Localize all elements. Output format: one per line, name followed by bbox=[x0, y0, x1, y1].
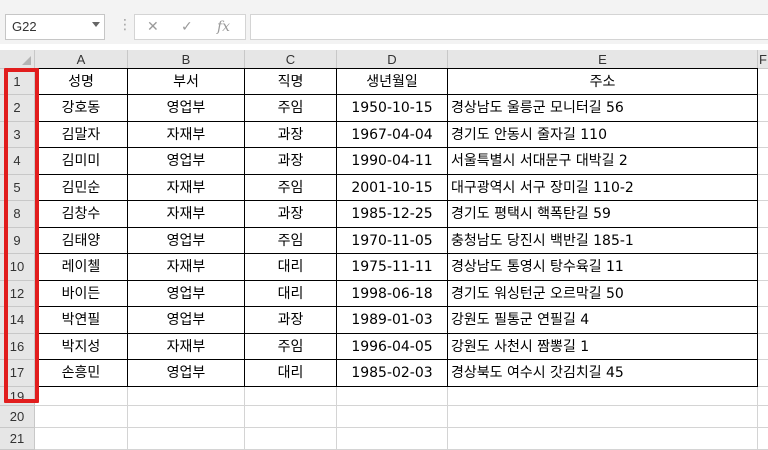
table-header-cell[interactable]: 생년월일 bbox=[337, 69, 448, 95]
table-cell[interactable]: 손흥민 bbox=[35, 360, 128, 387]
formula-toolbar: G22 ⋮ ✕ ✓ fx bbox=[0, 0, 768, 44]
table-cell[interactable]: 대리 bbox=[245, 254, 337, 281]
column-header-d[interactable]: D bbox=[337, 50, 448, 69]
table-cell[interactable]: 김창수 bbox=[35, 201, 128, 228]
table-header-cell[interactable]: 직명 bbox=[245, 69, 337, 95]
table-cell[interactable]: 대구광역시 서구 장미길 110-2 bbox=[448, 174, 758, 201]
chevron-down-icon[interactable] bbox=[92, 22, 100, 27]
table-cell[interactable]: 자재부 bbox=[128, 201, 245, 228]
table-cell[interactable]: 경상남도 울릉군 모니터길 56 bbox=[448, 95, 758, 122]
table-cell[interactable]: 김미미 bbox=[35, 148, 128, 175]
table-cell[interactable]: 1989-01-03 bbox=[337, 307, 448, 334]
table-header-cell[interactable]: 부서 bbox=[128, 69, 245, 95]
table-cell[interactable]: 강원도 사천시 짬뽕길 1 bbox=[448, 333, 758, 360]
name-box-value: G22 bbox=[12, 19, 37, 34]
table-cell[interactable]: 1967-04-04 bbox=[337, 121, 448, 148]
table-cell[interactable]: 자재부 bbox=[128, 254, 245, 281]
gridline bbox=[35, 404, 768, 406]
more-options-icon[interactable]: ⋮ bbox=[118, 16, 132, 34]
insert-function-icon[interactable]: fx bbox=[217, 19, 230, 35]
column-header-e[interactable]: E bbox=[448, 50, 758, 69]
table-cell[interactable]: 대리 bbox=[245, 360, 337, 387]
column-header-c[interactable]: C bbox=[245, 50, 337, 69]
row-header-21[interactable]: 21 bbox=[0, 427, 35, 450]
cancel-icon[interactable]: ✕ bbox=[147, 19, 159, 35]
table-cell[interactable]: 서울특별시 서대문구 대박길 2 bbox=[448, 148, 758, 175]
spreadsheet-grid[interactable]: ABCDEF 1 2 3 4 5 8 9 10 12 14 16 17 19 20 21 성명 부서 직명 생년월… bbox=[0, 44, 768, 450]
table-cell[interactable]: 경기도 안동시 줄자길 110 bbox=[448, 121, 758, 148]
table-cell[interactable]: 경기도 평택시 핵폭탄길 59 bbox=[448, 201, 758, 228]
select-all-button[interactable] bbox=[0, 50, 35, 69]
table-cell[interactable]: 과장 bbox=[245, 121, 337, 148]
table-cell[interactable]: 김민순 bbox=[35, 174, 128, 201]
table-header-cell[interactable]: 성명 bbox=[35, 69, 128, 95]
table-cell[interactable]: 과장 bbox=[245, 201, 337, 228]
table-cell[interactable]: 김태양 bbox=[35, 227, 128, 254]
column-header-a[interactable]: A bbox=[35, 50, 128, 69]
table-cell[interactable]: 강호동 bbox=[35, 95, 128, 122]
table-cell[interactable]: 1970-11-05 bbox=[337, 227, 448, 254]
table-cell[interactable]: 1990-04-11 bbox=[337, 148, 448, 175]
table-cell[interactable]: 1996-04-05 bbox=[337, 333, 448, 360]
table-cell[interactable]: 주임 bbox=[245, 227, 337, 254]
enter-icon[interactable]: ✓ bbox=[181, 19, 193, 35]
table-cell[interactable]: 1975-11-11 bbox=[337, 254, 448, 281]
gridline bbox=[35, 426, 768, 428]
table-cell[interactable]: 과장 bbox=[245, 148, 337, 175]
table-cell[interactable]: 경상북도 여수시 갓김치길 45 bbox=[448, 360, 758, 387]
table-cell[interactable]: 과장 bbox=[245, 307, 337, 334]
table-cell[interactable]: 강원도 필통군 연필길 4 bbox=[448, 307, 758, 334]
table-cell[interactable]: 레이첼 bbox=[35, 254, 128, 281]
table-cell[interactable]: 1998-06-18 bbox=[337, 280, 448, 307]
table-cell[interactable]: 2001-10-15 bbox=[337, 174, 448, 201]
table-cell[interactable]: 1985-02-03 bbox=[337, 360, 448, 387]
table-cell[interactable]: 박지성 bbox=[35, 333, 128, 360]
table-cell[interactable]: 영업부 bbox=[128, 95, 245, 122]
row-header-highlight-box bbox=[4, 68, 39, 403]
formula-buttons: ✕ ✓ fx bbox=[134, 14, 246, 40]
table-cell[interactable]: 자재부 bbox=[128, 333, 245, 360]
name-box[interactable]: G22 bbox=[5, 14, 105, 40]
table-cell[interactable]: 충청남도 당진시 백반길 185-1 bbox=[448, 227, 758, 254]
table-cell[interactable]: 영업부 bbox=[128, 280, 245, 307]
table-cell[interactable]: 1985-12-25 bbox=[337, 201, 448, 228]
gridline bbox=[35, 448, 768, 450]
table-cell[interactable]: 자재부 bbox=[128, 121, 245, 148]
column-header-b[interactable]: B bbox=[128, 50, 245, 69]
formula-input[interactable] bbox=[250, 14, 768, 40]
table-cell[interactable]: 경기도 워싱턴군 오르막길 50 bbox=[448, 280, 758, 307]
table-cell[interactable]: 1950-10-15 bbox=[337, 95, 448, 122]
table-cell[interactable]: 대리 bbox=[245, 280, 337, 307]
table-cell[interactable]: 경상남도 통영시 탕수육길 11 bbox=[448, 254, 758, 281]
table-cell[interactable]: 자재부 bbox=[128, 174, 245, 201]
table-cell[interactable]: 주임 bbox=[245, 333, 337, 360]
table-cell[interactable]: 주임 bbox=[245, 95, 337, 122]
table-cell[interactable]: 영업부 bbox=[128, 360, 245, 387]
table-cell[interactable]: 영업부 bbox=[128, 148, 245, 175]
row-header-20[interactable]: 20 bbox=[0, 405, 35, 428]
column-header-f[interactable]: F bbox=[758, 50, 768, 69]
table-header-cell[interactable]: 주소 bbox=[448, 69, 758, 95]
table-cell[interactable]: 영업부 bbox=[128, 307, 245, 334]
table-cell[interactable]: 바이든 bbox=[35, 280, 128, 307]
table-cell[interactable]: 박연필 bbox=[35, 307, 128, 334]
table-cell[interactable]: 주임 bbox=[245, 174, 337, 201]
table-cell[interactable]: 김말자 bbox=[35, 121, 128, 148]
select-all-icon bbox=[22, 56, 31, 65]
table-cell[interactable]: 영업부 bbox=[128, 227, 245, 254]
